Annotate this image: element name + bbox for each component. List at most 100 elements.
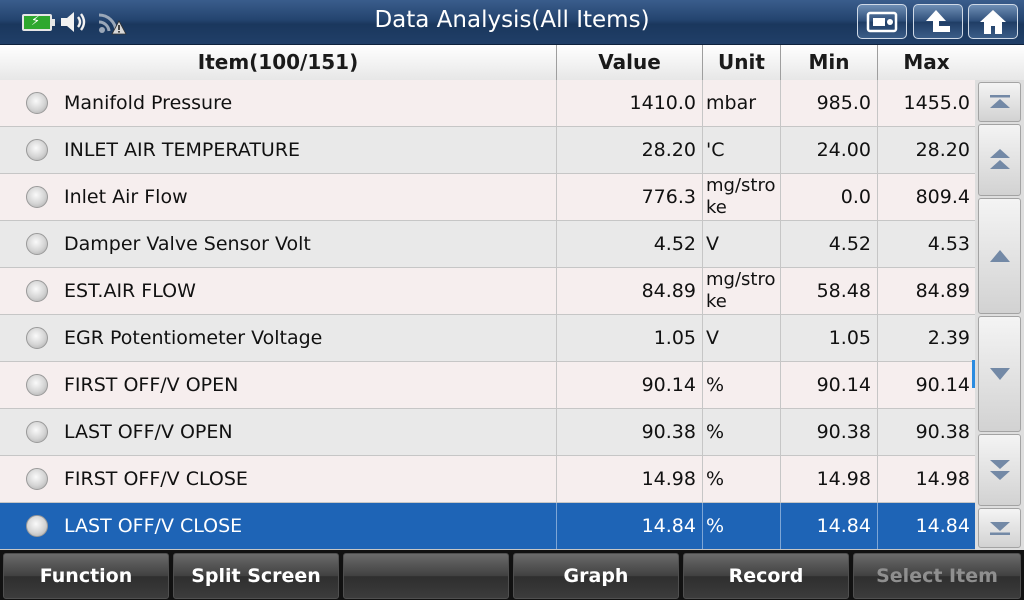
min-cell: 90.38 [781,409,878,455]
item-name: EGR Potentiometer Voltage [64,327,323,349]
line-up-button[interactable] [978,198,1021,314]
item-name: INLET AIR TEMPERATURE [64,139,301,161]
page-up-icon [989,149,1010,169]
item-cell: EST.AIR FLOW [0,268,557,314]
blank-button[interactable] [343,553,509,599]
max-cell: 90.14 [915,374,970,396]
scroll-to-top-button[interactable] [978,82,1021,122]
radio-bullet-icon [26,280,48,302]
scroll-to-top-icon [989,95,1010,108]
page-down-button[interactable] [978,434,1021,506]
home-button[interactable] [968,4,1018,39]
table-row-selected[interactable]: LAST OFF/V CLOSE 14.84 % 14.84 14.84 [0,503,975,550]
radio-bullet-icon [26,468,48,490]
item-name: EST.AIR FLOW [64,280,196,302]
unit-cell: % [703,456,781,502]
unit-cell: V [703,221,781,267]
line-down-button[interactable] [978,316,1021,432]
radio-bullet-icon [26,327,48,349]
value-cell: 14.84 [557,503,703,549]
scroll-to-bottom-button[interactable] [978,508,1021,548]
value-cell: 776.3 [557,174,703,220]
item-name: LAST OFF/V OPEN [64,421,233,443]
item-cell: EGR Potentiometer Voltage [0,315,557,361]
graph-button[interactable]: Graph [513,553,679,599]
page-up-button[interactable] [978,124,1021,196]
radio-bullet-icon [26,421,48,443]
table-row[interactable]: LAST OFF/V OPEN 90.38 % 90.38 90.38 [0,409,975,456]
column-header-value[interactable]: Value [557,45,703,80]
back-button[interactable] [913,4,963,39]
split-screen-button[interactable]: Split Screen [173,553,339,599]
header-spacer [975,45,1024,80]
item-cell: FIRST OFF/V OPEN [0,362,557,408]
item-name: LAST OFF/V CLOSE [64,515,243,537]
table-row[interactable]: FIRST OFF/V CLOSE 14.98 % 14.98 14.98 [0,456,975,503]
unit-cell: % [703,503,781,549]
screenshot-icon [866,11,898,32]
radio-bullet-icon [26,92,48,114]
function-button[interactable]: Function [3,553,169,599]
max-cell: 14.84 [915,515,970,537]
radio-bullet-icon [26,186,48,208]
bottom-toolbar: Function Split Screen Graph Record Selec… [0,550,1024,600]
item-cell: Inlet Air Flow [0,174,557,220]
max-cell: 84.89 [915,280,970,302]
unit-cell: 'C [703,127,781,173]
max-cell: 4.53 [927,233,970,255]
scroll-controls [975,80,1024,550]
column-header-item[interactable]: Item(100/151) [0,45,557,80]
item-name: Manifold Pressure [64,92,233,114]
radio-bullet-icon [26,233,48,255]
min-cell: 58.48 [781,268,878,314]
max-cell: 14.98 [915,468,970,490]
item-cell: Damper Valve Sensor Volt [0,221,557,267]
max-cell: 1455.0 [903,92,970,114]
min-cell: 985.0 [781,80,878,126]
value-cell: 28.20 [557,127,703,173]
min-cell: 4.52 [781,221,878,267]
table-row[interactable]: EST.AIR FLOW 84.89 mg/stro ke 58.48 84.89 [0,268,975,315]
min-cell: 24.00 [781,127,878,173]
line-up-icon [989,250,1010,262]
unit-cell: mg/stro ke [703,174,781,220]
select-item-button[interactable]: Select Item [853,553,1021,599]
item-name: Damper Valve Sensor Volt [64,233,311,255]
item-cell: Manifold Pressure [0,80,557,126]
column-header-min[interactable]: Min [781,45,878,80]
table-row[interactable]: FIRST OFF/V OPEN 90.14 % 90.14 90.14 [0,362,975,409]
unit-cell: mg/stro ke [703,268,781,314]
min-cell: 1.05 [781,315,878,361]
value-cell: 84.89 [557,268,703,314]
min-cell: 0.0 [781,174,878,220]
item-cell: LAST OFF/V CLOSE [0,503,557,549]
screenshot-button[interactable] [857,4,907,39]
item-cell: LAST OFF/V OPEN [0,409,557,455]
item-name: FIRST OFF/V CLOSE [64,468,248,490]
table-row[interactable]: Damper Valve Sensor Volt 4.52 V 4.52 4.5… [0,221,975,268]
table-row[interactable]: INLET AIR TEMPERATURE 28.20 'C 24.00 28.… [0,127,975,174]
table-row[interactable]: EGR Potentiometer Voltage 1.05 V 1.05 2.… [0,315,975,362]
max-cell: 90.38 [915,421,970,443]
unit-cell: mbar [703,80,781,126]
item-name: Inlet Air Flow [64,186,188,208]
value-cell: 4.52 [557,221,703,267]
record-button[interactable]: Record [683,553,849,599]
min-cell: 90.14 [781,362,878,408]
column-header-max[interactable]: Max [878,45,975,80]
value-cell: 90.38 [557,409,703,455]
column-header-unit[interactable]: Unit [703,45,781,80]
table-row[interactable]: Inlet Air Flow 776.3 mg/stro ke 0.0 809.4 [0,174,975,221]
unit-cell: % [703,409,781,455]
value-cell: 14.98 [557,456,703,502]
max-cell: 2.39 [927,327,970,349]
min-cell: 14.84 [781,503,878,549]
max-cell: 809.4 [915,186,970,208]
unit-line-1: mg/stro [706,269,776,290]
item-cell: INLET AIR TEMPERATURE [0,127,557,173]
table-row[interactable]: Manifold Pressure 1410.0 mbar 985.0 1455… [0,80,975,127]
radio-bullet-icon [26,515,48,537]
unit-line-2: ke [706,197,727,218]
unit-line-1: mg/stro [706,175,776,196]
scroll-to-bottom-icon [989,522,1010,535]
